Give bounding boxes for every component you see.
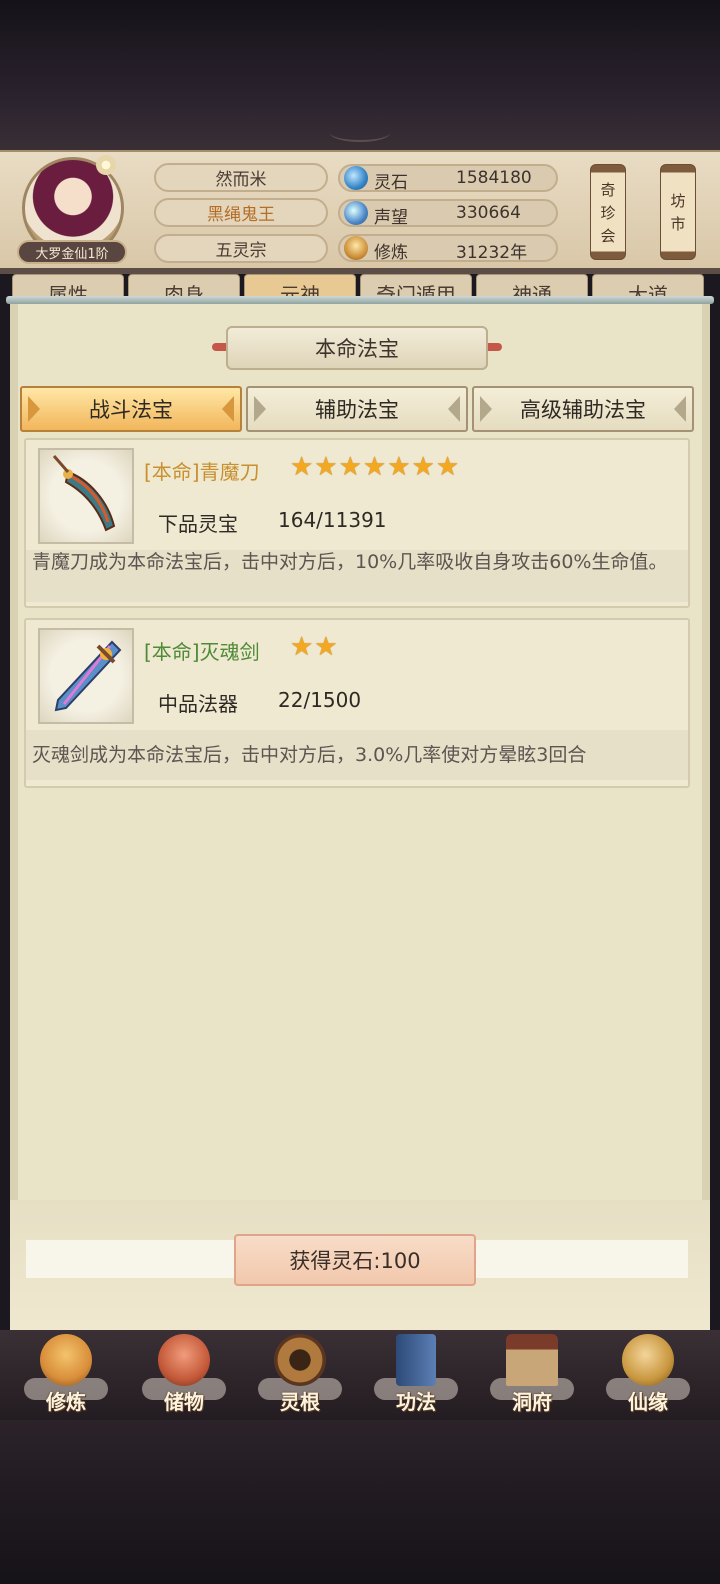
treasure-fair-button[interactable]: 奇 珍 会 [590, 164, 626, 260]
button-char: 市 [670, 215, 686, 233]
item-progress: 164/11391 [278, 508, 387, 532]
item-grade: 中品法器 [158, 692, 238, 716]
item-description: 青魔刀成为本命法宝后，击中对方后，10%几率吸收自身攻击60%生命值。 [26, 550, 688, 602]
item-name: [本命]灭魂剑 [144, 640, 260, 664]
subtab-advanced-support[interactable]: 高级辅助法宝 [472, 386, 694, 432]
subtab-label: 高级辅助法宝 [520, 398, 646, 422]
top-ornament [330, 124, 390, 142]
star-rating: ★★★★★★★ [290, 452, 461, 482]
market-button[interactable]: 坊 市 [660, 164, 696, 260]
nav-technique[interactable]: 功法 [368, 1330, 464, 1418]
chevron-left-icon [28, 396, 40, 422]
spirit-root-icon [274, 1334, 326, 1386]
nav-cultivate[interactable]: 修炼 [18, 1330, 114, 1418]
stat-value: 31232年 [456, 243, 528, 263]
player-name: 然而米 [154, 163, 328, 192]
cultivation-icon [344, 236, 368, 260]
item-name: [本命]青魔刀 [144, 460, 260, 484]
nav-label: 仙缘 [628, 1390, 668, 1414]
button-char: 坊 [670, 192, 686, 210]
stat-label: 声望 [374, 208, 408, 228]
treasure-card[interactable]: [本命]青魔刀 ★★★★★★★ 下品灵宝 164/11391 青魔刀成为本命法宝… [24, 438, 690, 608]
sword-icon [38, 628, 134, 724]
star-rating: ★★ [290, 632, 339, 662]
bottom-background [0, 1420, 720, 1584]
player-sect: 五灵宗 [154, 234, 328, 263]
chevron-left-icon [254, 396, 266, 422]
nav-cave[interactable]: 洞府 [484, 1330, 580, 1418]
chevron-right-icon [222, 396, 234, 422]
reputation-icon [344, 201, 368, 225]
stat-label: 修炼 [374, 243, 408, 263]
subtab-support[interactable]: 辅助法宝 [246, 386, 468, 432]
button-char: 珍 [600, 203, 616, 222]
subtab-label: 辅助法宝 [315, 398, 399, 422]
item-grade: 下品灵宝 [158, 512, 238, 536]
stat-value: 330664 [456, 203, 521, 223]
chevron-left-icon [480, 396, 492, 422]
nav-label: 灵根 [280, 1390, 320, 1414]
scroll-edge-left [10, 304, 18, 1304]
button-char: 会 [600, 226, 616, 245]
immortal-fate-icon [622, 1334, 674, 1386]
item-description: 灭魂剑成为本命法宝后，击中对方后，3.0%几率使对方晕眩3回合 [26, 730, 688, 780]
hair-flower-icon [96, 155, 116, 175]
technique-book-icon [396, 1334, 436, 1386]
blade-icon [38, 448, 134, 544]
nav-label: 功法 [396, 1390, 436, 1414]
treasure-card[interactable]: [本命]灭魂剑 ★★ 中品法器 22/1500 灭魂剑成为本命法宝后，击中对方后… [24, 618, 690, 788]
stat-label: 灵石 [374, 173, 408, 193]
chevron-right-icon [674, 396, 686, 422]
nav-storage[interactable]: 储物 [136, 1330, 232, 1418]
stat-value: 1584180 [456, 168, 532, 188]
item-progress: 22/1500 [278, 688, 362, 712]
scroll-rod [6, 296, 714, 304]
stat-reputation: 声望 330664 [338, 199, 558, 228]
subtab-combat[interactable]: 战斗法宝 [20, 386, 242, 432]
panel-title: 本命法宝 [226, 326, 488, 370]
player-title: 黑绳鬼王 [154, 198, 328, 227]
nav-label: 洞府 [512, 1390, 552, 1414]
spirit-stone-icon [344, 166, 368, 190]
stat-spirit-stone: 灵石 1584180 [338, 164, 558, 193]
cultivate-icon [40, 1334, 92, 1386]
cave-dwelling-icon [506, 1334, 558, 1386]
nav-immortal-fate[interactable]: 仙缘 [600, 1330, 696, 1418]
button-char: 奇 [600, 180, 616, 199]
scroll-edge-right [702, 304, 710, 1304]
stat-cultivation: 修炼 31232年 [338, 234, 558, 263]
claim-spirit-stone-button[interactable]: 获得灵石:100 [234, 1234, 476, 1286]
nav-label: 修炼 [46, 1390, 86, 1414]
subtab-label: 战斗法宝 [89, 398, 173, 422]
nav-label: 储物 [164, 1390, 204, 1414]
chevron-right-icon [448, 396, 460, 422]
rank-badge: 大罗金仙1阶 [17, 240, 127, 264]
storage-bag-icon [158, 1334, 210, 1386]
nav-spirit-root[interactable]: 灵根 [252, 1330, 348, 1418]
